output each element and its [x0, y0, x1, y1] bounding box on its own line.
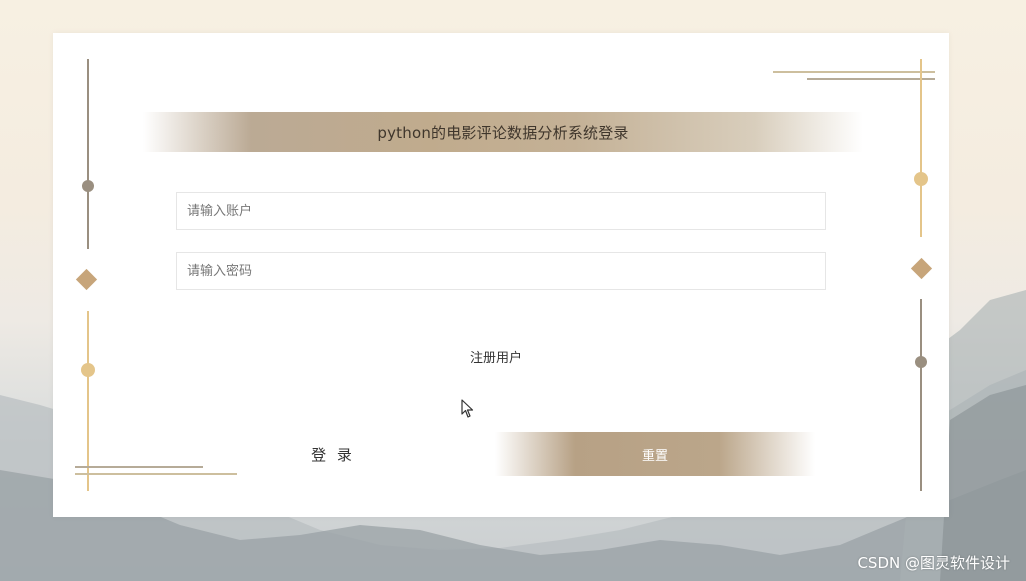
- left-deco-hline-1: [75, 466, 203, 468]
- login-button[interactable]: 登 录: [271, 432, 395, 476]
- register-link[interactable]: 注册用户: [53, 347, 939, 366]
- watermark: CSDN @图灵软件设计: [857, 554, 1010, 572]
- title-banner: python的电影评论数据分析系统登录: [143, 112, 863, 152]
- right-deco-diamond: [910, 257, 933, 280]
- password-input[interactable]: [176, 252, 826, 290]
- account-input[interactable]: [176, 192, 826, 230]
- right-deco-hline-1: [773, 71, 935, 73]
- mouse-pointer-icon: [461, 399, 474, 418]
- left-deco-hline-2: [75, 473, 237, 475]
- left-deco-diamond: [75, 268, 98, 291]
- login-page: python的电影评论数据分析系统登录 注册用户 登 录 重置 CSDN @图灵…: [0, 0, 1026, 581]
- left-deco-line-bottom: [87, 311, 89, 491]
- right-deco-dot-gold: [914, 172, 928, 186]
- left-deco-line-top: [87, 59, 89, 249]
- right-deco-hline-2: [807, 78, 935, 80]
- page-title: python的电影评论数据分析系统登录: [377, 123, 629, 142]
- login-card: python的电影评论数据分析系统登录 注册用户 登 录 重置: [53, 33, 949, 517]
- right-deco-line-top: [920, 59, 922, 237]
- right-deco-line-bottom: [920, 299, 922, 491]
- left-deco-dot-taupe: [82, 180, 94, 192]
- reset-button[interactable]: 重置: [495, 432, 815, 476]
